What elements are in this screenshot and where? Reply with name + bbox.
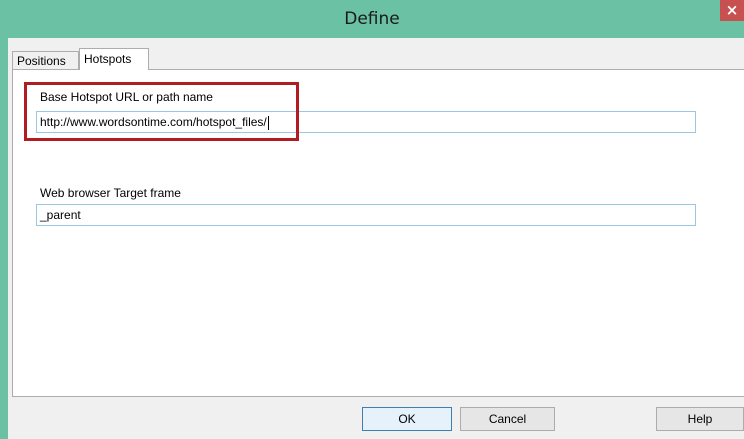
title-bar: Define ×	[0, 0, 744, 38]
close-button[interactable]: ×	[720, 0, 744, 21]
tab-hotspots[interactable]: Hotspots	[79, 48, 149, 70]
target-frame-label: Web browser Target frame	[40, 186, 181, 200]
base-url-field[interactable]: http://www.wordsontime.com/hotspot_files…	[36, 111, 696, 133]
close-icon: ×	[725, 1, 739, 19]
help-button[interactable]: Help	[656, 407, 744, 431]
define-dialog: Define × Positions Hotspots Base Hotspot…	[0, 0, 744, 439]
window-title: Define	[344, 9, 400, 29]
base-url-label: Base Hotspot URL or path name	[40, 90, 213, 104]
text-caret	[267, 115, 269, 130]
base-url-value: http://www.wordsontime.com/hotspot_files…	[40, 115, 267, 129]
target-frame-field[interactable]: _parent	[36, 204, 696, 226]
cancel-button[interactable]: Cancel	[460, 407, 555, 431]
ok-button[interactable]: OK	[362, 407, 452, 431]
tab-positions[interactable]: Positions	[12, 51, 79, 69]
target-frame-value: _parent	[40, 208, 81, 222]
